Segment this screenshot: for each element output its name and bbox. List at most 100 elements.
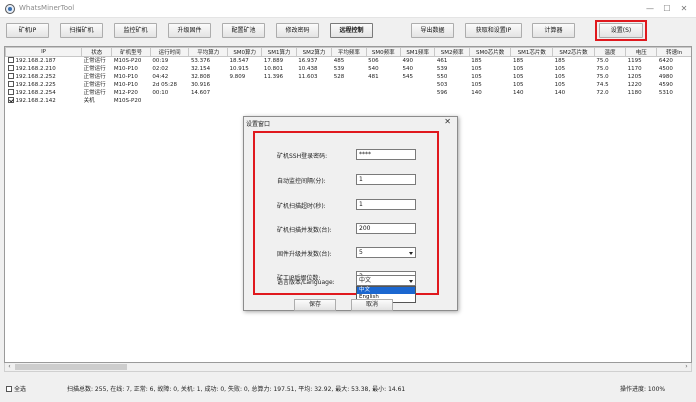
table-cell [366, 97, 400, 105]
table-cell [366, 89, 400, 97]
table-cell: M10-P10 [113, 66, 138, 72]
row-checkbox[interactable] [7, 81, 14, 87]
table-cell: 185 [554, 58, 566, 64]
table-cell [626, 97, 657, 105]
column-header[interactable]: 运行时间 [149, 47, 190, 57]
scroll-right-icon[interactable]: › [682, 363, 691, 371]
table-cell: 75.0 [596, 58, 609, 64]
app-logo-icon [5, 4, 15, 14]
table-cell: 10.801 [263, 66, 284, 72]
column-header[interactable]: SM0芯片数 [468, 47, 512, 57]
table-row[interactable]: 192.168.2.210 正常运行 M10-P10 02:02 32.154 10.91… [6, 65, 692, 73]
table-row[interactable]: 192.168.2.142 关机 M10S-P20 [6, 97, 692, 105]
horizontal-scrollbar[interactable]: ‹ › [4, 363, 692, 372]
table-cell: 1220 [627, 82, 642, 88]
select-all-label: 全选 [14, 386, 27, 393]
table-cell: M12-P20 [113, 90, 138, 96]
table-cell [228, 89, 262, 97]
table-cell: 正常运行 [83, 66, 106, 72]
table-cell [296, 81, 331, 89]
upgrade-firmware-button[interactable]: 升级固件 [168, 23, 211, 38]
ip-address: 192.168.2.225 [15, 82, 56, 88]
select-all-checkbox-wrap[interactable]: 全选 [6, 384, 26, 393]
column-header[interactable]: SM0算力 [226, 47, 263, 57]
table-cell: 10.438 [298, 66, 318, 72]
minimize-button[interactable]: — [643, 3, 657, 14]
column-header[interactable]: SM2芯片数 [552, 47, 595, 57]
row-checkbox[interactable] [7, 89, 14, 95]
table-cell: 正常运行 [83, 58, 106, 64]
maximize-button[interactable]: ☐ [660, 3, 674, 14]
table-cell: 2d 05:28 [152, 82, 177, 88]
language-option-chinese[interactable]: 中文 [357, 287, 415, 294]
configure-pool-button[interactable]: 配置矿池 [222, 23, 265, 38]
scan-timeout-field[interactable]: 1 [356, 199, 416, 210]
get-set-ip-button[interactable]: 获取和设置IP [465, 23, 522, 38]
calculator-button[interactable]: 计算器 [532, 23, 575, 38]
table-cell: 105 [512, 82, 524, 88]
table-cell: 506 [368, 58, 379, 64]
ssh-password-label: 矿机SSH登录密码: [277, 153, 328, 160]
column-header[interactable]: SM1算力 [261, 47, 297, 57]
table-cell: 550 [436, 74, 448, 80]
toolbar: 矿机IP 扫描矿机 监控矿机 升级固件 配置矿池 修改密码 远程控制 导出数据 … [0, 18, 696, 44]
column-header[interactable]: SM1芯片数 [510, 47, 554, 57]
miner-ip-button[interactable]: 矿机IP [6, 23, 49, 38]
column-header[interactable]: 矿机型号 [111, 47, 151, 57]
save-button[interactable]: 保存 [294, 299, 336, 311]
table-cell: 10.915 [229, 66, 249, 72]
table-cell: 490 [402, 58, 414, 64]
scroll-thumb[interactable] [15, 364, 127, 370]
monitor-miners-button[interactable]: 监控矿机 [114, 23, 157, 38]
column-header[interactable]: 平均算力 [188, 47, 228, 57]
table-row[interactable]: 192.168.2.254 正常运行 M12-P20 00:10 14.607 596 14… [6, 89, 692, 97]
cancel-button[interactable]: 取消 [351, 299, 393, 311]
row-checkbox[interactable] [7, 97, 14, 103]
column-header[interactable]: IP [5, 47, 83, 57]
table-row[interactable]: 192.168.2.187 正常运行 M10S-P20 00:19 53.376 18.5… [6, 57, 692, 66]
table-cell [366, 81, 400, 89]
column-header[interactable]: SM2频率 [434, 47, 470, 57]
column-header[interactable]: SM0频率 [365, 47, 402, 57]
scroll-left-icon[interactable]: ‹ [5, 363, 14, 371]
scan-concurrency-field[interactable]: 200 [356, 223, 416, 234]
column-header[interactable]: 平均频率 [331, 47, 367, 57]
upgrade-concurrency-select[interactable]: 5 [356, 247, 416, 258]
scan-miners-button[interactable]: 扫描矿机 [60, 23, 103, 38]
table-cell: 140 [512, 90, 524, 96]
table-cell: 105 [512, 66, 524, 72]
column-header[interactable]: SM1频率 [399, 47, 436, 57]
table-cell: 04:42 [152, 74, 169, 80]
table-cell: 105 [512, 74, 524, 80]
remote-control-button[interactable]: 远程控制 [330, 23, 373, 38]
row-checkbox[interactable] [7, 65, 14, 71]
column-header[interactable]: 电压 [625, 47, 658, 57]
table-cell: 32.808 [190, 74, 211, 80]
export-data-button[interactable]: 导出数据 [411, 23, 454, 38]
table-cell: 1195 [627, 58, 642, 64]
column-header[interactable]: 状态 [81, 47, 113, 57]
table-cell: 6420 [658, 58, 673, 64]
dialog-close-icon[interactable]: ✕ [444, 117, 451, 126]
title-bar: WhatsMinerTool — ☐ ✕ [0, 0, 696, 18]
table-cell: 185 [471, 58, 482, 64]
table-cell [332, 89, 366, 97]
select-all-checkbox[interactable] [6, 386, 12, 392]
close-button[interactable]: ✕ [677, 3, 691, 14]
change-password-button[interactable]: 修改密码 [276, 23, 319, 38]
column-header[interactable]: 温度 [593, 47, 627, 57]
ip-cell: 192.168.2.142 [6, 97, 82, 105]
column-header[interactable]: SM2算力 [295, 47, 333, 57]
table-cell: 545 [402, 74, 414, 80]
table-cell: 5310 [658, 90, 673, 96]
row-checkbox[interactable] [7, 73, 14, 79]
monitor-interval-label: 自动监控间隔(分): [277, 178, 326, 185]
ip-cell: 192.168.2.187 [6, 57, 82, 66]
language-select[interactable]: 中文 [356, 275, 416, 286]
column-header[interactable]: 转速In [656, 47, 691, 57]
table-row[interactable]: 192.168.2.225 正常运行 M10-P10 2d 05:28 30.916 50… [6, 81, 692, 89]
monitor-interval-field[interactable]: 1 [356, 174, 416, 185]
ssh-password-field[interactable]: **** [356, 149, 416, 160]
row-checkbox[interactable] [7, 57, 14, 63]
table-row[interactable]: 192.168.2.252 正常运行 M10-P10 04:42 32.808 9.809… [6, 73, 692, 81]
